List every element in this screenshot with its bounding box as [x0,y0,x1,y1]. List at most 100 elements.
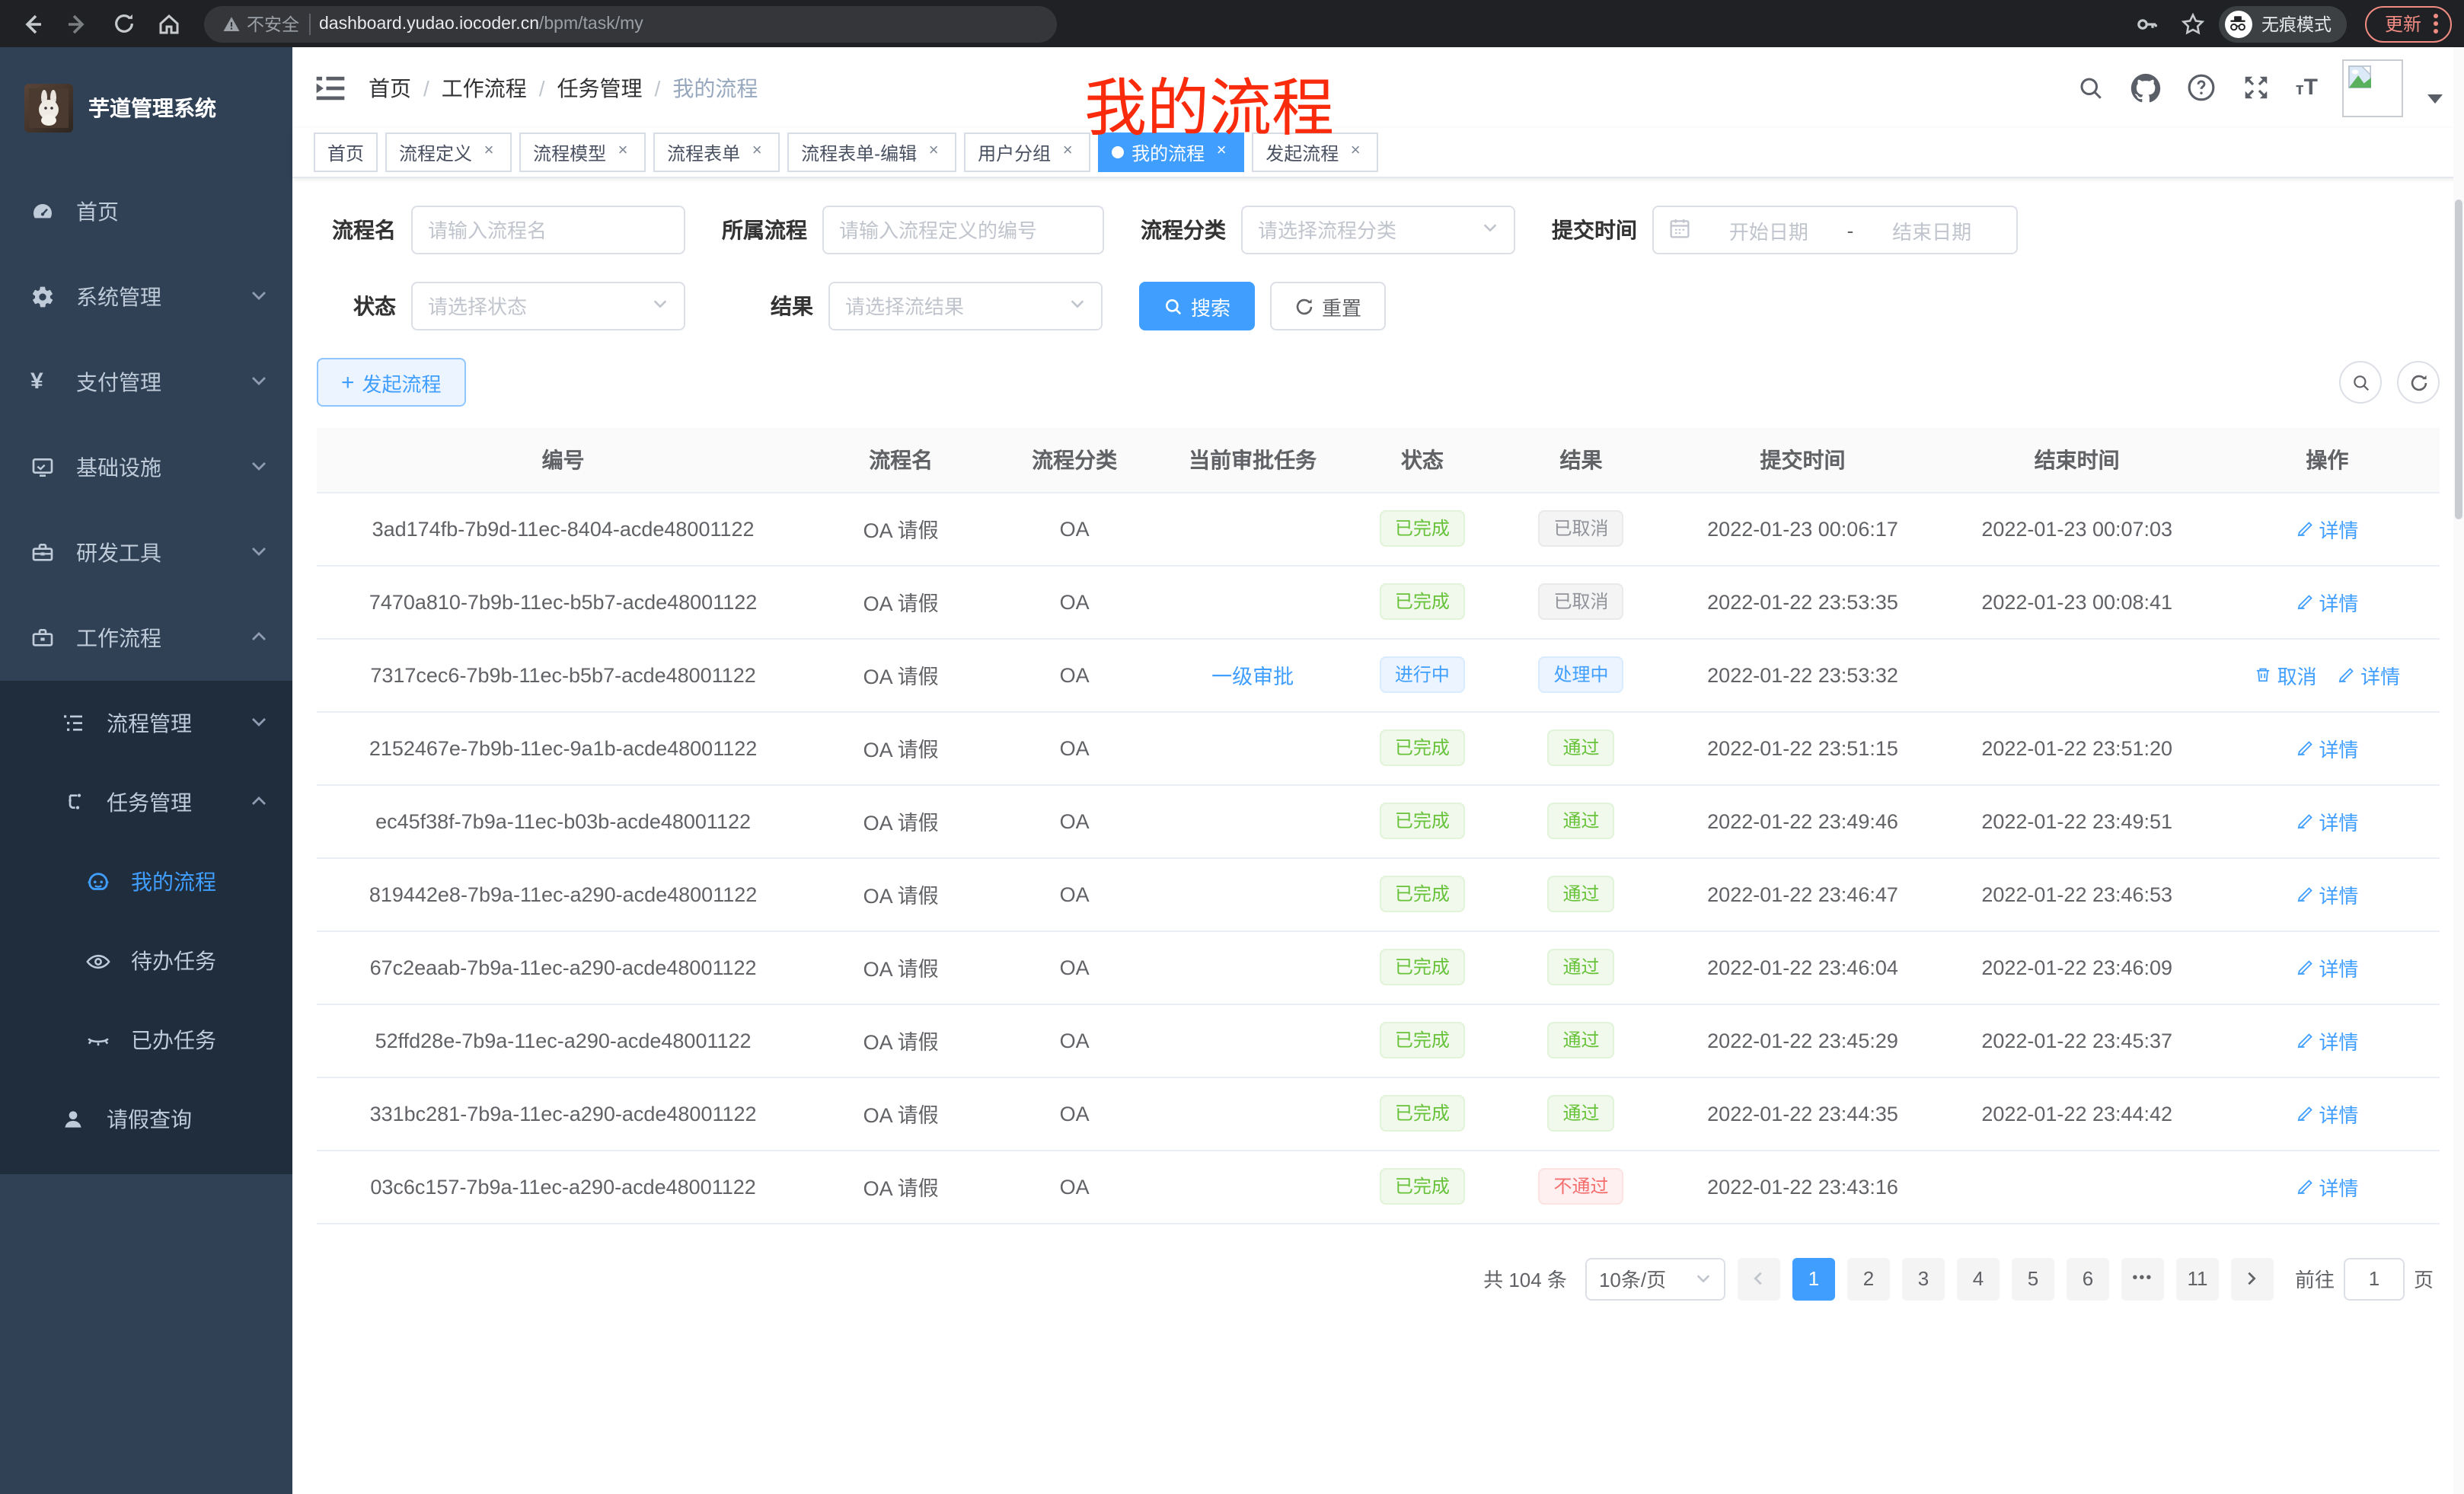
sidebar-item-home[interactable]: 首页 [0,169,292,254]
status-select[interactable] [411,282,685,330]
chevron-down-icon [250,285,268,309]
search-icon[interactable] [2076,72,2107,103]
refresh-table-button[interactable] [2397,361,2440,404]
search-button[interactable]: 搜索 [1139,282,1255,330]
detail-link[interactable]: 详情 [2296,879,2358,908]
browser-back-icon[interactable] [12,4,52,43]
sidebar-item-infra[interactable]: 基础设施 [0,425,292,510]
tab-home[interactable]: 首页 [314,132,378,172]
page-button-1[interactable]: 1 [1792,1257,1835,1300]
sidebar-item-leave-query[interactable]: 请假查询 [0,1080,292,1159]
process-name-input[interactable] [428,219,669,241]
detail-link[interactable]: 详情 [2296,953,2358,982]
col-current-task: 当前审批任务 [1157,428,1348,492]
fullscreen-icon[interactable] [2241,72,2271,103]
close-icon[interactable]: × [480,143,498,161]
prev-page-button[interactable] [1738,1257,1780,1300]
close-icon[interactable]: × [614,143,632,161]
current-task-link[interactable]: 一级审批 [1211,659,1294,690]
result-select-input[interactable] [845,295,1060,318]
scrollbar[interactable] [2453,47,2464,1494]
close-icon[interactable]: × [1346,143,1364,161]
table-row: 7317cec6-7b9b-11ec-b5b7-acde48001122 OA … [317,638,2440,711]
github-icon[interactable] [2131,72,2162,103]
pencil-icon [2296,885,2314,903]
col-category: 流程分类 [992,428,1157,492]
avatar-caret-icon[interactable] [2427,94,2443,103]
sidebar-item-system[interactable]: 系统管理 [0,254,292,340]
page-button-3[interactable]: 3 [1902,1257,1945,1300]
sidebar-collapse-icon[interactable] [314,71,347,104]
browser-menu-icon[interactable] [2434,14,2438,34]
submit-time-range-picker[interactable]: 开始日期 - 结束日期 [1652,206,2018,254]
screen: 不安全 dashboard.yudao.iocoder.cn/bpm/task/… [0,0,2464,1494]
browser-forward-icon[interactable] [58,4,97,43]
page-size-select[interactable]: 10条/页 [1585,1257,1725,1300]
category-select[interactable] [1241,206,1515,254]
tab-process-model[interactable]: 流程模型× [519,132,646,172]
page-button-6[interactable]: 6 [2067,1257,2109,1300]
avatar[interactable] [2342,59,2403,117]
detail-link[interactable]: 详情 [2296,587,2358,616]
detail-link[interactable]: 详情 [2296,733,2358,762]
breadcrumb-task-mgmt[interactable]: 任务管理 [557,72,643,103]
start-process-button[interactable]: + 发起流程 [317,358,466,407]
password-key-icon[interactable] [2127,4,2167,43]
show-search-toggle-button[interactable] [2339,361,2382,404]
start-date-placeholder[interactable]: 开始日期 [1700,215,1838,244]
tab-process-form[interactable]: 流程表单× [653,132,780,172]
page-button-11[interactable]: 11 [2176,1257,2219,1300]
status-badge: 已完成 [1380,876,1465,912]
eye-open-icon [85,949,110,973]
page-button-5[interactable]: 5 [2012,1257,2054,1300]
end-date-placeholder[interactable]: 结束日期 [1862,215,2001,244]
detail-link[interactable]: 详情 [2296,806,2358,835]
col-end-time: 结束时间 [1939,428,2215,492]
status-select-input[interactable] [428,295,643,318]
detail-link[interactable]: 详情 [2296,514,2358,543]
url-text[interactable]: dashboard.yudao.iocoder.cn/bpm/task/my [319,14,643,33]
browser-home-icon[interactable] [149,4,189,43]
close-icon[interactable]: × [748,143,766,161]
address-bar[interactable]: 不安全 dashboard.yudao.iocoder.cn/bpm/task/… [204,5,1057,42]
tags-view-bar: 首页 流程定义× 流程模型× 流程表单× 流程表单-编辑× 用户分组× 我的流程… [292,128,2464,178]
sidebar-item-todo-tasks[interactable]: 待办任务 [0,921,292,1001]
detail-link[interactable]: 详情 [2296,1026,2358,1055]
page-button-4[interactable]: 4 [1957,1257,2000,1300]
breadcrumb-workflow[interactable]: 工作流程 [442,72,527,103]
bookmark-star-icon[interactable] [2173,4,2213,43]
detail-link[interactable]: 详情 [2296,1172,2358,1201]
app-logo-row[interactable]: 芋道管理系统 [0,47,292,169]
category-select-input[interactable] [1258,219,1473,241]
scrollbar-thumb[interactable] [2455,200,2462,519]
cancel-link[interactable]: 取消 [2255,660,2317,689]
sidebar-item-process-mgmt[interactable]: 流程管理 [0,684,292,763]
goto-page-input[interactable] [2344,1257,2405,1300]
result-select[interactable] [828,282,1103,330]
browser-update-button[interactable]: 更新 [2365,5,2452,42]
not-secure-warning[interactable]: 不安全 [222,11,299,36]
sidebar-item-done-tasks[interactable]: 已办任务 [0,1001,292,1080]
sidebar-item-my-process[interactable]: 我的流程 [0,842,292,921]
browser-reload-icon[interactable] [104,4,143,43]
page-button-2[interactable]: 2 [1847,1257,1890,1300]
process-id-input[interactable] [839,219,1087,241]
sidebar-item-task-mgmt[interactable]: 任务管理 [0,763,292,842]
close-icon[interactable]: × [1058,143,1077,161]
next-page-button[interactable] [2231,1257,2274,1300]
chevron-down-icon [250,711,268,736]
detail-link[interactable]: 详情 [2296,1099,2358,1128]
more-pages-button[interactable]: ••• [2121,1257,2164,1300]
close-icon[interactable]: × [924,143,943,161]
tab-process-definition[interactable]: 流程定义× [385,132,512,172]
tab-process-form-edit[interactable]: 流程表单-编辑× [787,132,956,172]
sidebar-item-payment[interactable]: ¥ 支付管理 [0,340,292,425]
font-size-icon[interactable]: тT [2296,75,2318,101]
tab-user-group[interactable]: 用户分组× [964,132,1090,172]
sidebar-item-devtools[interactable]: 研发工具 [0,510,292,595]
breadcrumb-home[interactable]: 首页 [369,72,411,103]
reset-button[interactable]: 重置 [1270,282,1386,330]
help-icon[interactable] [2186,72,2217,103]
detail-link[interactable]: 详情 [2338,660,2400,689]
sidebar-item-workflow[interactable]: 工作流程 [0,595,292,681]
